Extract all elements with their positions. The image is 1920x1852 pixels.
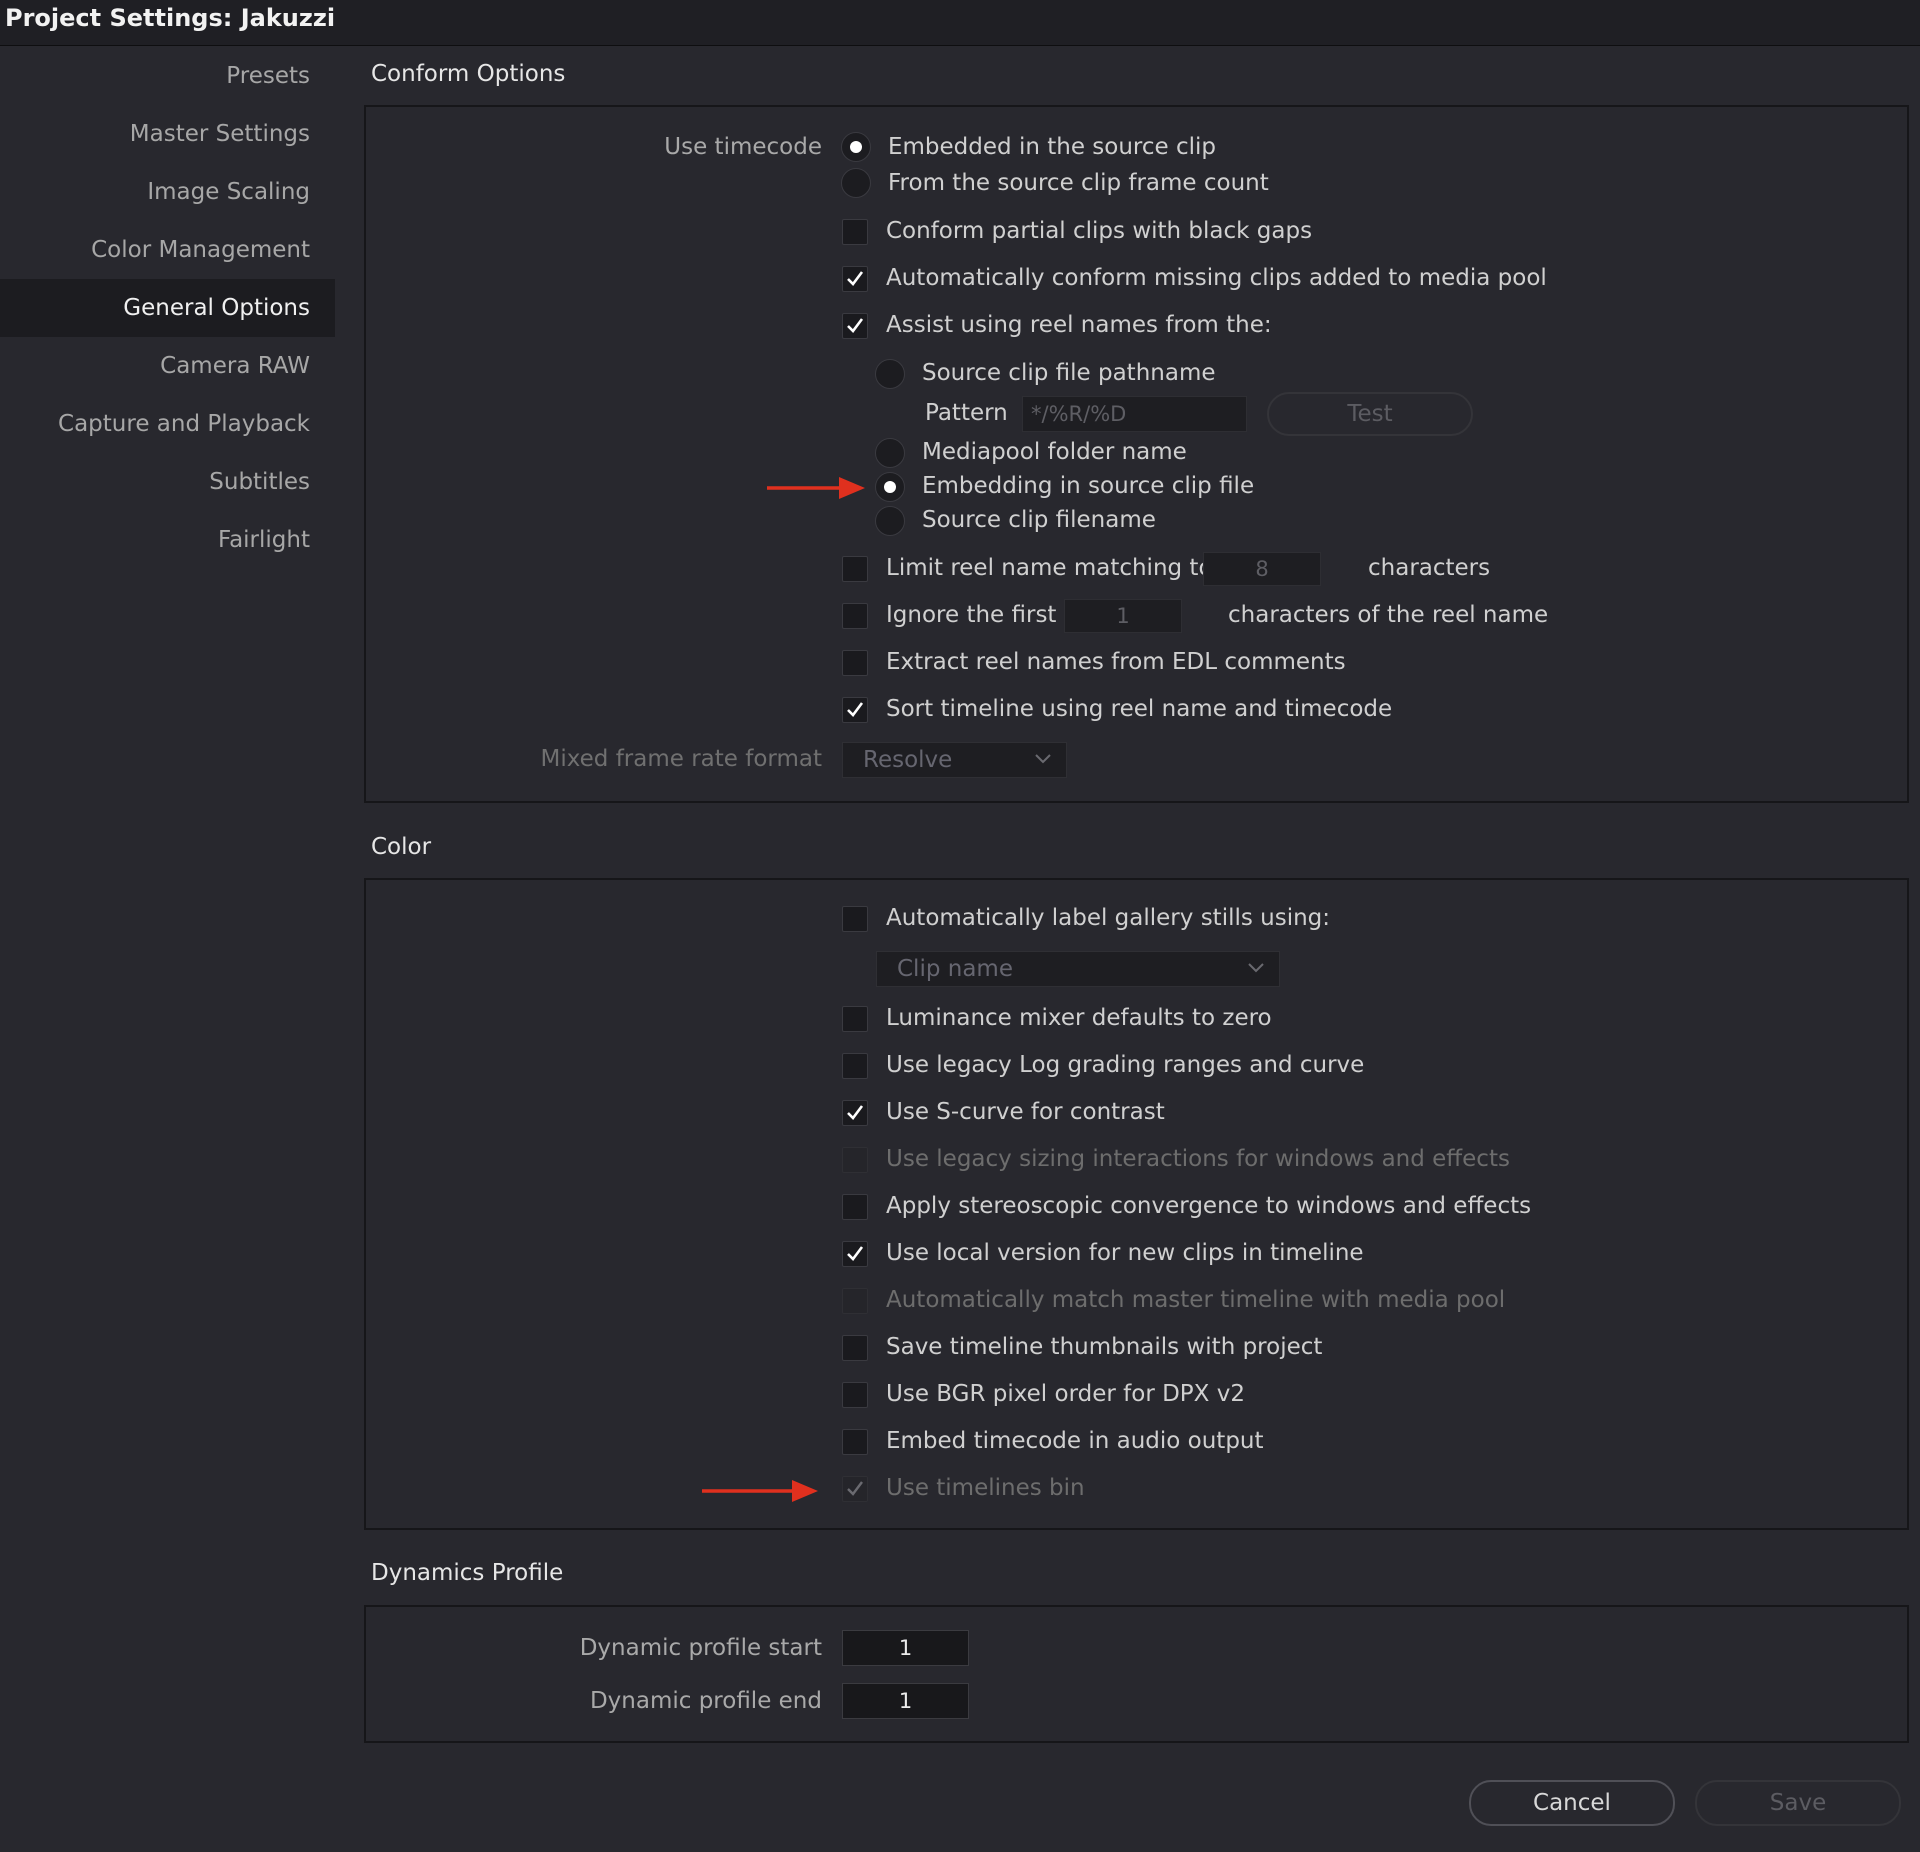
auto-conform-label: Automatically conform missing clips adde… bbox=[886, 265, 1547, 291]
extract-edl-label: Extract reel names from EDL comments bbox=[886, 649, 1346, 675]
limit-reel-suffix: characters bbox=[1368, 555, 1491, 581]
dynamic-end-input[interactable]: 1 bbox=[842, 1683, 969, 1719]
sidebar-item-subtitles[interactable]: Subtitles bbox=[0, 453, 335, 511]
sidebar-item-fairlight[interactable]: Fairlight bbox=[0, 511, 335, 569]
reel-pathname-radio[interactable] bbox=[875, 359, 905, 389]
save-button[interactable]: Save bbox=[1695, 1780, 1901, 1826]
reel-pathname-label: Source clip file pathname bbox=[922, 360, 1216, 386]
auto-label-stills-label: Automatically label gallery stills using… bbox=[886, 905, 1331, 931]
sidebar-item-image-scaling[interactable]: Image Scaling bbox=[0, 163, 335, 221]
chevron-down-icon bbox=[1035, 754, 1051, 764]
color-title: Color bbox=[371, 834, 432, 860]
local-version-checkbox[interactable] bbox=[842, 1241, 868, 1267]
auto-match-master-checkbox bbox=[842, 1288, 868, 1314]
mixed-frame-label: Mixed frame rate format bbox=[540, 746, 822, 772]
stills-label-value: Clip name bbox=[897, 956, 1013, 982]
pattern-label: Pattern bbox=[925, 400, 1008, 426]
stereo-convergence-checkbox[interactable] bbox=[842, 1194, 868, 1220]
ignore-first-checkbox[interactable] bbox=[842, 603, 868, 629]
sidebar-item-capture-playback[interactable]: Capture and Playback bbox=[0, 395, 335, 453]
timecode-embedded-label: Embedded in the source clip bbox=[888, 134, 1216, 160]
dynamic-end-label: Dynamic profile end bbox=[589, 1688, 822, 1714]
s-curve-label: Use S-curve for contrast bbox=[886, 1099, 1165, 1125]
checkmark-icon bbox=[847, 271, 864, 286]
legacy-sizing-checkbox bbox=[842, 1147, 868, 1173]
extract-edl-checkbox[interactable] bbox=[842, 650, 868, 676]
use-timecode-label: Use timecode bbox=[664, 134, 822, 160]
timelines-bin-label: Use timelines bin bbox=[886, 1475, 1085, 1501]
ignore-first-label: Ignore the first bbox=[886, 602, 1057, 628]
dynamic-start-input[interactable]: 1 bbox=[842, 1630, 969, 1666]
red-arrow-icon bbox=[767, 477, 865, 499]
luminance-mixer-label: Luminance mixer defaults to zero bbox=[886, 1005, 1272, 1031]
limit-reel-label: Limit reel name matching to bbox=[886, 555, 1213, 581]
local-version-label: Use local version for new clips in timel… bbox=[886, 1240, 1364, 1266]
partial-clips-label: Conform partial clips with black gaps bbox=[886, 218, 1313, 244]
partial-clips-checkbox[interactable] bbox=[842, 219, 868, 245]
auto-label-stills-checkbox[interactable] bbox=[842, 906, 868, 932]
test-button[interactable]: Test bbox=[1267, 392, 1473, 436]
embed-timecode-audio-checkbox[interactable] bbox=[842, 1429, 868, 1455]
timelines-bin-checkbox bbox=[842, 1476, 868, 1502]
reel-embedding-radio[interactable] bbox=[875, 472, 905, 502]
checkmark-icon bbox=[847, 702, 864, 717]
red-arrow-icon bbox=[702, 1480, 818, 1502]
luminance-mixer-checkbox[interactable] bbox=[842, 1006, 868, 1032]
save-thumbnails-label: Save timeline thumbnails with project bbox=[886, 1334, 1323, 1360]
cancel-button[interactable]: Cancel bbox=[1469, 1780, 1675, 1826]
ignore-first-input[interactable]: 1 bbox=[1064, 599, 1182, 633]
legacy-sizing-label: Use legacy sizing interactions for windo… bbox=[886, 1146, 1510, 1172]
save-thumbnails-checkbox[interactable] bbox=[842, 1335, 868, 1361]
chevron-down-icon bbox=[1248, 963, 1264, 973]
mixed-frame-dropdown[interactable]: Resolve bbox=[842, 742, 1067, 778]
dynamics-profile-title: Dynamics Profile bbox=[371, 1560, 564, 1586]
sidebar-item-master-settings[interactable]: Master Settings bbox=[0, 105, 335, 163]
timecode-framecount-radio[interactable] bbox=[841, 168, 871, 198]
bgr-pixel-checkbox[interactable] bbox=[842, 1382, 868, 1408]
reel-filename-label: Source clip filename bbox=[922, 507, 1156, 533]
title-bar: Project Settings: Jakuzzi bbox=[0, 0, 1920, 46]
limit-reel-checkbox[interactable] bbox=[842, 556, 868, 582]
sort-timeline-label: Sort timeline using reel name and timeco… bbox=[886, 696, 1393, 722]
settings-sidebar: Presets Master Settings Image Scaling Co… bbox=[0, 47, 335, 1852]
stills-label-dropdown[interactable]: Clip name bbox=[876, 951, 1280, 987]
checkmark-icon bbox=[847, 318, 864, 333]
sidebar-item-presets[interactable]: Presets bbox=[0, 47, 335, 105]
sidebar-item-general-options[interactable]: General Options bbox=[0, 279, 335, 337]
sidebar-item-camera-raw[interactable]: Camera RAW bbox=[0, 337, 335, 395]
reel-mediapool-radio[interactable] bbox=[875, 438, 905, 468]
timecode-embedded-radio[interactable] bbox=[841, 132, 871, 162]
assist-reel-label: Assist using reel names from the: bbox=[886, 312, 1272, 338]
checkmark-icon bbox=[847, 1481, 863, 1496]
dynamics-profile-panel bbox=[364, 1605, 1909, 1743]
reel-embedding-label: Embedding in source clip file bbox=[922, 473, 1255, 499]
ignore-first-suffix: characters of the reel name bbox=[1228, 602, 1549, 628]
mixed-frame-value: Resolve bbox=[863, 747, 953, 773]
sort-timeline-checkbox[interactable] bbox=[842, 697, 868, 723]
reel-mediapool-label: Mediapool folder name bbox=[922, 439, 1187, 465]
s-curve-checkbox[interactable] bbox=[842, 1100, 868, 1126]
conform-options-title: Conform Options bbox=[371, 61, 566, 87]
timecode-framecount-label: From the source clip frame count bbox=[888, 170, 1269, 196]
legacy-log-checkbox[interactable] bbox=[842, 1053, 868, 1079]
window-title: Project Settings: Jakuzzi bbox=[5, 4, 336, 32]
auto-conform-checkbox[interactable] bbox=[842, 266, 868, 292]
checkmark-icon bbox=[847, 1246, 864, 1261]
pattern-input[interactable]: */%R/%D bbox=[1022, 396, 1247, 432]
sidebar-item-color-management[interactable]: Color Management bbox=[0, 221, 335, 279]
bgr-pixel-label: Use BGR pixel order for DPX v2 bbox=[886, 1381, 1245, 1407]
limit-reel-input[interactable]: 8 bbox=[1203, 552, 1321, 586]
dynamic-start-label: Dynamic profile start bbox=[579, 1635, 822, 1661]
assist-reel-checkbox[interactable] bbox=[842, 313, 868, 339]
stereo-convergence-label: Apply stereoscopic convergence to window… bbox=[886, 1193, 1532, 1219]
auto-match-master-label: Automatically match master timeline with… bbox=[886, 1287, 1506, 1313]
legacy-log-label: Use legacy Log grading ranges and curve bbox=[886, 1052, 1365, 1078]
embed-timecode-audio-label: Embed timecode in audio output bbox=[886, 1428, 1264, 1454]
reel-filename-radio[interactable] bbox=[875, 506, 905, 536]
checkmark-icon bbox=[847, 1105, 864, 1120]
